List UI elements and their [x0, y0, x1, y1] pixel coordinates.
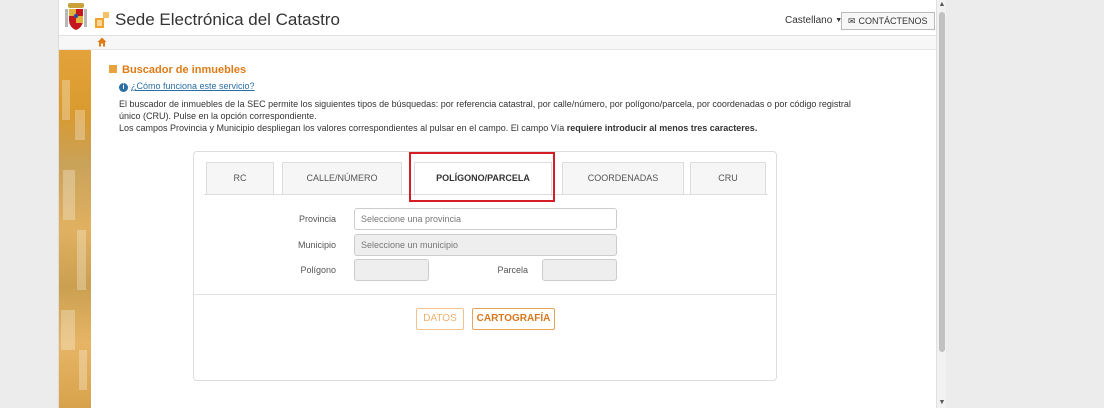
poligono-label: Polígono	[300, 265, 336, 275]
home-icon[interactable]	[97, 37, 107, 47]
scrollbar-thumb[interactable]	[939, 12, 945, 352]
decorative-side-image	[59, 36, 91, 408]
section-marker-icon	[109, 65, 117, 73]
provincia-label: Provincia	[298, 214, 336, 224]
parcela-label: Parcela	[497, 265, 528, 275]
highlight-box	[409, 152, 555, 202]
catastro-logo-icon[interactable]	[95, 12, 109, 28]
scroll-up-icon[interactable]: ▲	[937, 0, 947, 10]
provincia-input[interactable]	[354, 208, 617, 230]
page-title-text: Buscador de inmuebles	[122, 64, 247, 76]
envelope-icon: ✉	[848, 16, 856, 26]
description-text: Los campos Provincia y Municipio desplie…	[119, 123, 567, 133]
page-title: Buscador de inmuebles	[109, 64, 246, 76]
search-panel: RC CALLE/NÚMERO POLÍGONO/PARCELA COORDEN…	[193, 151, 777, 381]
tab-cru[interactable]: CRU	[690, 162, 766, 195]
info-icon: i	[119, 83, 128, 92]
help-link[interactable]: ¿Cómo funciona este servicio?	[131, 81, 255, 91]
description-emphasis: requiere introducir al menos tres caract…	[566, 123, 758, 133]
tab-calle-numero[interactable]: CALLE/NÚMERO	[282, 162, 402, 195]
tab-rc[interactable]: RC	[206, 162, 274, 195]
language-selector[interactable]: Castellano ▼	[785, 15, 842, 26]
contact-button[interactable]: ✉ CONTÁCTENOS	[841, 12, 935, 30]
description: El buscador de inmuebles de la SEC permi…	[119, 98, 859, 134]
site-title[interactable]: Sede Electrónica del Catastro	[115, 10, 340, 30]
browser-page: Sede Electrónica del Catastro Castellano…	[58, 0, 937, 408]
description-paragraph-1: El buscador de inmuebles de la SEC permi…	[119, 99, 851, 121]
parcela-input[interactable]	[542, 259, 617, 281]
form-divider	[194, 294, 776, 295]
side-strip-photo	[59, 50, 91, 408]
help-link-row: i ¿Cómo funciona este servicio?	[119, 81, 255, 92]
scroll-down-icon[interactable]: ▼	[937, 398, 947, 408]
tab-coordenadas[interactable]: COORDENADAS	[562, 162, 684, 195]
cartografia-button[interactable]: CARTOGRAFÍA	[472, 308, 555, 330]
breadcrumb-bar	[59, 36, 937, 50]
background-gutter	[946, 0, 1104, 408]
municipio-input[interactable]	[354, 234, 617, 256]
municipio-label: Municipio	[297, 240, 336, 250]
contact-label: CONTÁCTENOS	[858, 16, 928, 26]
language-label: Castellano	[785, 15, 833, 26]
poligono-input[interactable]	[354, 259, 429, 281]
site-header: Sede Electrónica del Catastro Castellano…	[59, 0, 937, 36]
vertical-scrollbar[interactable]: ▲ ▼	[936, 0, 946, 408]
spain-coat-of-arms-icon[interactable]	[63, 3, 89, 31]
datos-button[interactable]: DATOS	[416, 308, 464, 330]
description-paragraph-2: Los campos Provincia y Municipio desplie…	[119, 122, 859, 134]
